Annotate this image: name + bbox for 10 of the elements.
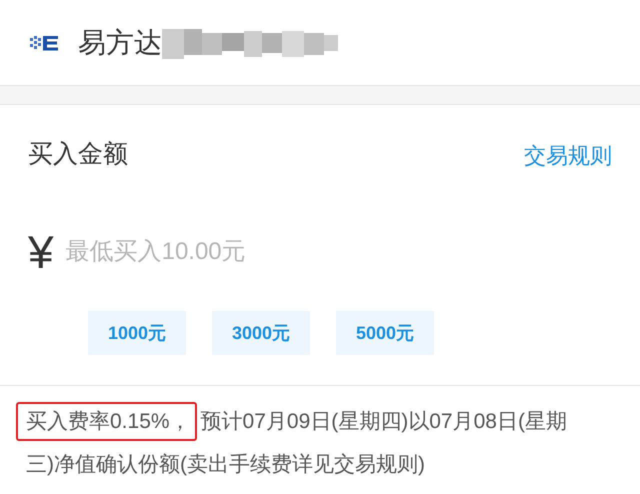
logo-icon <box>28 34 60 50</box>
page-title: 易方达 <box>78 26 162 60</box>
quick-amount-button[interactable]: 1000元 <box>88 311 186 355</box>
quick-amount-button[interactable]: 3000元 <box>212 311 310 355</box>
trading-rules-link[interactable]: 交易规则 <box>524 138 612 172</box>
fee-notice: 买入费率0.15%， 预计07月09日(星期四)以07月08日(星期三)净值确认份额(卖出手续费详见交易规则) <box>26 400 592 486</box>
section-title: 买入金额 <box>28 139 128 170</box>
quick-amount-button[interactable]: 5000元 <box>336 311 434 355</box>
currency-symbol: ¥ <box>28 229 54 275</box>
amount-input-field[interactable]: 最低买入10.00元 <box>66 234 486 270</box>
